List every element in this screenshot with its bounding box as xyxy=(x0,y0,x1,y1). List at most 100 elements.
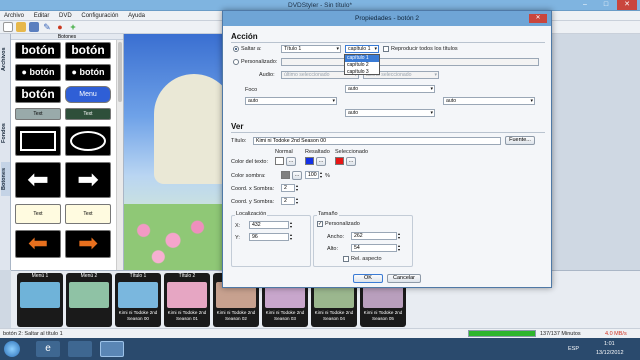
thumb-caption: Kimi ni Todoke 2nd Season 01 xyxy=(167,310,207,321)
button-template-text-arrow-2[interactable]: Text xyxy=(65,204,111,224)
button-template-3[interactable]: ● botón xyxy=(15,64,61,81)
button-template-arrow-right[interactable]: ➡ xyxy=(65,162,111,198)
spin-arrows-icon[interactable]: ▴ ▾ xyxy=(320,171,323,179)
foco-up-value: auto xyxy=(348,86,359,92)
button-template-8[interactable]: Text xyxy=(65,108,111,120)
tab-fondos[interactable]: Fondos xyxy=(1,118,10,148)
button-template-orange-right[interactable]: ➡ xyxy=(65,230,111,258)
button-template-7[interactable]: Text xyxy=(15,108,61,120)
alto-input[interactable]: 54 xyxy=(351,244,397,252)
tab-botones[interactable]: Botones xyxy=(1,162,10,196)
status-bar: botón 2: Saltar al título 1 137/137 Minu… xyxy=(0,328,640,338)
rel-aspecto-checkbox[interactable] xyxy=(343,256,349,262)
burn-icon[interactable]: ● xyxy=(55,22,65,32)
capitulo-option-3[interactable]: capítulo 3 xyxy=(345,69,379,76)
button-template-5[interactable]: botón xyxy=(15,86,61,103)
color-sombra-picker[interactable]: ... xyxy=(292,171,302,180)
ok-button[interactable]: OK xyxy=(353,274,383,283)
coord-y-input[interactable]: 2 xyxy=(281,197,295,205)
saltar-radio[interactable] xyxy=(233,46,239,52)
wrench-icon[interactable]: ✎ xyxy=(42,22,52,32)
ie-icon[interactable]: e xyxy=(36,341,60,357)
loc-x-input[interactable]: 432 xyxy=(249,221,289,229)
save-icon[interactable] xyxy=(29,22,39,32)
menu-archivo[interactable]: Archivo xyxy=(0,11,28,21)
spin-arrows-icon[interactable]: ▴ ▾ xyxy=(296,197,299,205)
foco-down-select[interactable]: auto ▾ xyxy=(345,109,435,117)
window-title: DVDStyler - Sin título* xyxy=(288,2,352,9)
open-folder-icon[interactable] xyxy=(16,22,26,32)
capitulo-select[interactable]: capítulo 1 ▾ xyxy=(345,45,379,53)
fuente-button[interactable]: Fuente... xyxy=(505,136,535,145)
thumb-title-2[interactable]: Título 2 Kimi ni Todoke 2nd Season 01 xyxy=(164,273,210,327)
thumb-caption: Kimi ni Todoke 2nd Season 00 xyxy=(118,310,158,321)
cancel-button[interactable]: Cancelar xyxy=(387,274,421,283)
spin-arrows-icon[interactable]: ▴ ▾ xyxy=(290,221,293,229)
menu-configuracion[interactable]: Configuración xyxy=(77,11,122,21)
thumb-label: Título 2 xyxy=(178,273,196,279)
col-resaltado-label: Resaltado xyxy=(305,149,330,155)
button-template-rect[interactable] xyxy=(15,126,61,156)
thumb-caption: Kimi ni Todoke 2nd Season 02 xyxy=(216,310,256,321)
add-icon[interactable]: + xyxy=(68,22,78,32)
personalizado-size-checkbox[interactable]: ✓ xyxy=(317,221,323,227)
thumb-title-1[interactable]: Título 1 Kimi ni Todoke 2nd Season 00 xyxy=(115,273,161,327)
personalizado-input[interactable] xyxy=(281,58,539,66)
foco-left-value: auto xyxy=(248,98,259,104)
color-normal-picker[interactable]: ... xyxy=(286,157,296,166)
color-sombra-swatch[interactable] xyxy=(281,171,290,179)
color-normal-swatch[interactable] xyxy=(275,157,284,165)
close-button[interactable]: ✕ xyxy=(617,0,637,10)
titulo-input[interactable]: Kimi ni Todoke 2nd Season 00 xyxy=(253,137,501,145)
localizacion-heading: Localización xyxy=(235,211,268,217)
foco-left-select[interactable]: auto ▾ xyxy=(245,97,337,105)
lang-indicator[interactable]: ESP xyxy=(568,346,579,352)
color-resaltado-swatch[interactable] xyxy=(305,157,314,165)
coord-x-input[interactable]: 2 xyxy=(281,184,295,192)
button-template-4[interactable]: ● botón xyxy=(65,64,111,81)
button-template-orange-left[interactable]: ⬅ xyxy=(15,230,61,258)
button-template-1[interactable]: botón xyxy=(15,42,61,59)
capitulo-option-2[interactable]: capítulo 2 xyxy=(345,62,379,69)
minimize-button[interactable]: – xyxy=(575,0,595,10)
foco-up-select[interactable]: auto ▾ xyxy=(345,85,435,93)
foco-right-select[interactable]: auto ▾ xyxy=(443,97,535,105)
menu-dvd[interactable]: DVD xyxy=(55,11,76,21)
menu-ayuda[interactable]: Ayuda xyxy=(124,11,149,21)
scrollbar-thumb[interactable] xyxy=(118,42,122,102)
new-file-icon[interactable] xyxy=(3,22,13,32)
tab-archivos[interactable]: Archivos xyxy=(1,39,10,79)
button-template-6[interactable]: Menu xyxy=(65,86,111,103)
buttons-panel-scrollbar[interactable] xyxy=(116,40,123,270)
personalizado-radio[interactable] xyxy=(233,59,239,65)
saltar-target-select[interactable]: Título 1 ▾ xyxy=(281,45,341,53)
thumb-menu-1[interactable]: Menú 1 xyxy=(17,273,63,327)
maximize-button[interactable]: □ xyxy=(596,0,616,10)
spin-arrows-icon[interactable]: ▴ ▾ xyxy=(296,184,299,192)
clock-time: 1:01 xyxy=(604,341,615,347)
dialog-close-button[interactable]: ✕ xyxy=(529,14,547,23)
color-seleccionado-swatch[interactable] xyxy=(335,157,344,165)
menu-editar[interactable]: Editar xyxy=(30,11,54,21)
color-seleccionado-picker[interactable]: ... xyxy=(346,157,356,166)
loc-y-input[interactable]: 96 xyxy=(249,233,289,241)
sombra-opacity-input[interactable]: 100 xyxy=(305,171,319,179)
start-button-icon[interactable] xyxy=(4,341,20,357)
spin-arrows-icon[interactable]: ▴ ▾ xyxy=(398,244,401,252)
button-template-ellipse[interactable] xyxy=(65,126,111,156)
button-template-2[interactable]: botón xyxy=(65,42,111,59)
button-template-text-arrow-1[interactable]: Text xyxy=(15,204,61,224)
ancho-input[interactable]: 262 xyxy=(351,232,397,240)
reproducir-checkbox[interactable] xyxy=(383,46,389,52)
capitulo-option-1[interactable]: capítulo 1 xyxy=(345,55,379,62)
menu-canvas[interactable] xyxy=(124,34,222,270)
color-resaltado-picker[interactable]: ... xyxy=(316,157,326,166)
thumb-menu-2[interactable]: Menú 2 xyxy=(66,273,112,327)
button-template-arrow-left[interactable]: ⬅ xyxy=(15,162,61,198)
dvdstyler-taskbar-icon[interactable] xyxy=(100,341,124,357)
accion-heading: Acción xyxy=(231,32,258,41)
arrow-right-icon: ➡ xyxy=(77,164,99,194)
spin-arrows-icon[interactable]: ▴ ▾ xyxy=(290,233,293,241)
explorer-icon[interactable] xyxy=(68,341,92,357)
spin-arrows-icon[interactable]: ▴ ▾ xyxy=(398,232,401,240)
